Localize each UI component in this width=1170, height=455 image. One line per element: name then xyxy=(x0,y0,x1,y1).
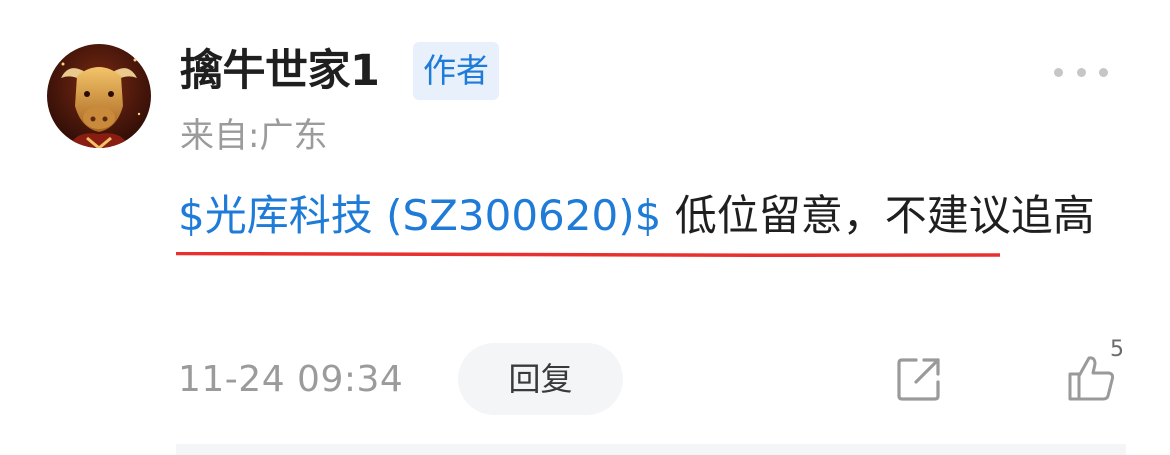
reply-button[interactable]: 回复 xyxy=(458,343,623,415)
bull-avatar-image xyxy=(47,44,151,148)
comment-text: 低位留意，不建议追高 xyxy=(661,191,1095,240)
dot xyxy=(1054,67,1063,77)
avatar[interactable] xyxy=(47,44,151,148)
like-count: 5 xyxy=(1110,337,1124,362)
author-badge: 作者 xyxy=(413,42,499,100)
dot xyxy=(1099,67,1108,77)
comment-content: $光库科技 (SZ300620)$ 低位留意，不建议追高 xyxy=(178,176,1128,256)
timestamp: 11-24 09:34 xyxy=(178,359,404,400)
dot xyxy=(1076,67,1086,77)
red-underline-annotation xyxy=(176,252,1000,257)
more-dots-icon[interactable] xyxy=(1054,60,1108,84)
share-icon[interactable] xyxy=(896,356,942,402)
username[interactable]: 擒牛世家1 xyxy=(180,40,380,102)
thumbs-up-icon[interactable] xyxy=(1066,354,1116,402)
next-item-divider xyxy=(176,444,1126,455)
location-label: 来自:广东 xyxy=(180,116,328,156)
stock-link[interactable]: $光库科技 (SZ300620)$ xyxy=(178,191,661,240)
comment-card: 擒牛世家1 作者 来自:广东 $光库科技 (SZ300620)$ 低位留意，不建… xyxy=(0,0,1170,455)
